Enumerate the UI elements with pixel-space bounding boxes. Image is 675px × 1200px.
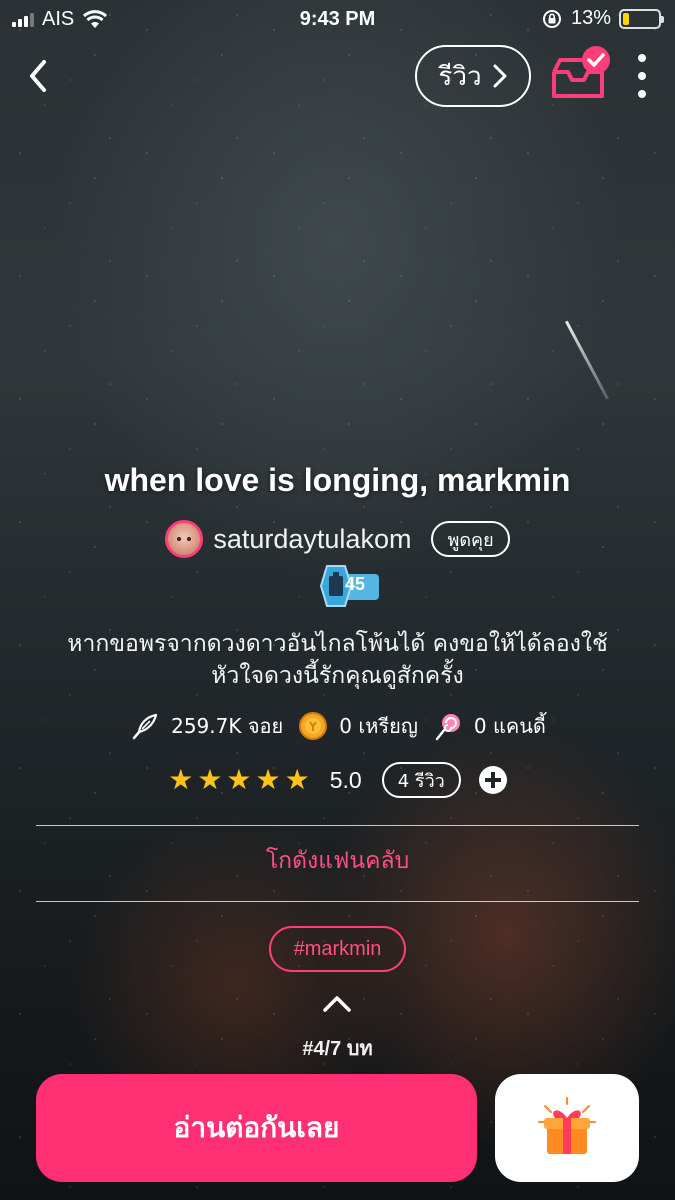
author-row: saturdaytulakom พูดคุย xyxy=(0,520,675,558)
chat-button[interactable]: พูดคุย xyxy=(431,521,510,557)
coin-icon xyxy=(297,710,329,742)
add-to-library-button[interactable] xyxy=(548,44,614,104)
chevron-left-icon xyxy=(30,60,46,92)
rating-value: 5.0 xyxy=(329,766,362,793)
lollipop-icon xyxy=(432,710,464,742)
chevron-right-icon xyxy=(493,64,507,88)
level-number: 45 xyxy=(345,574,366,594)
rating-row: ★ ★ ★ ★ ★ 5.0 4 รีวิว xyxy=(0,762,675,798)
story-description: หากขอพรจากดวงดาวอันไกลโพ้นได้ คงขอให้ได้… xyxy=(30,628,645,692)
author-name[interactable]: saturdaytulakom xyxy=(213,524,411,555)
star-icon: ★ xyxy=(255,763,281,796)
chat-button-label: พูดคุย xyxy=(447,529,494,551)
continue-reading-label: อ่านต่อกันเลย xyxy=(173,1111,340,1144)
chapter-count: #4/7 บท xyxy=(302,1038,373,1060)
chevron-up-icon xyxy=(323,996,351,1012)
more-options-button[interactable] xyxy=(634,54,650,98)
more-dot-icon xyxy=(638,90,646,98)
add-review-button[interactable] xyxy=(478,766,507,794)
review-button[interactable]: รีวิว xyxy=(415,45,531,107)
continue-reading-button[interactable]: อ่านต่อกันเลย xyxy=(36,1074,477,1182)
divider-bottom xyxy=(36,901,639,902)
description-line-1: หากขอพรจากดวงดาวอันไกลโพ้นได้ คงขอให้ได้… xyxy=(67,631,608,657)
writer-level-badge: 45 xyxy=(303,562,381,610)
expand-button[interactable] xyxy=(322,994,352,1014)
more-dot-icon xyxy=(638,54,646,62)
candy-stat: 0 แคนดี้ xyxy=(432,710,546,742)
battery-fill xyxy=(623,12,629,25)
candy-count: 0 แคนดี้ xyxy=(473,714,546,738)
star-icon: ★ xyxy=(226,763,252,796)
review-button-label: รีวิว xyxy=(438,61,482,92)
status-bar: AIS 9:43 PM 13% xyxy=(0,0,675,38)
star-icon: ★ xyxy=(197,763,223,796)
divider-top xyxy=(36,825,639,826)
more-dot-icon xyxy=(638,72,646,80)
rotation-lock-icon xyxy=(542,9,561,28)
rating-stars: ★ ★ ★ ★ ★ xyxy=(168,766,310,794)
library-tray-icon xyxy=(552,46,610,98)
tag-markmin[interactable]: #markmin xyxy=(269,926,406,972)
star-icon: ★ xyxy=(284,763,310,796)
story-stats: 259.7K จอย 0 เหรียญ 0 แคนดี้ xyxy=(0,710,675,742)
fanclub-link[interactable]: โกดังแฟนคลับ xyxy=(0,843,675,879)
quill-pen-icon xyxy=(129,710,161,742)
star-icon: ★ xyxy=(168,763,194,796)
reads-stat: 259.7K จอย xyxy=(129,710,283,742)
battery-percent: 13% xyxy=(570,7,611,29)
coins-count: 0 เหรียญ xyxy=(339,714,418,738)
author-avatar[interactable] xyxy=(165,520,204,558)
back-button[interactable] xyxy=(24,58,54,94)
coins-stat: 0 เหรียญ xyxy=(297,710,418,742)
reviews-button-label: 4 รีวิว xyxy=(397,770,445,792)
gift-button[interactable] xyxy=(495,1074,639,1182)
description-line-2: หัวใจดวงนี้รักคุณดูสักครั้ง xyxy=(211,663,464,689)
reviews-button[interactable]: 4 รีวิว xyxy=(381,762,461,798)
gift-box-icon xyxy=(538,1097,596,1154)
battery-icon xyxy=(619,8,664,29)
status-right: 13% xyxy=(541,7,664,30)
reads-count: 259.7K จอย xyxy=(171,714,284,738)
level-hexagon-icon xyxy=(319,565,379,607)
story-title: when love is longing, markmin xyxy=(104,462,571,498)
